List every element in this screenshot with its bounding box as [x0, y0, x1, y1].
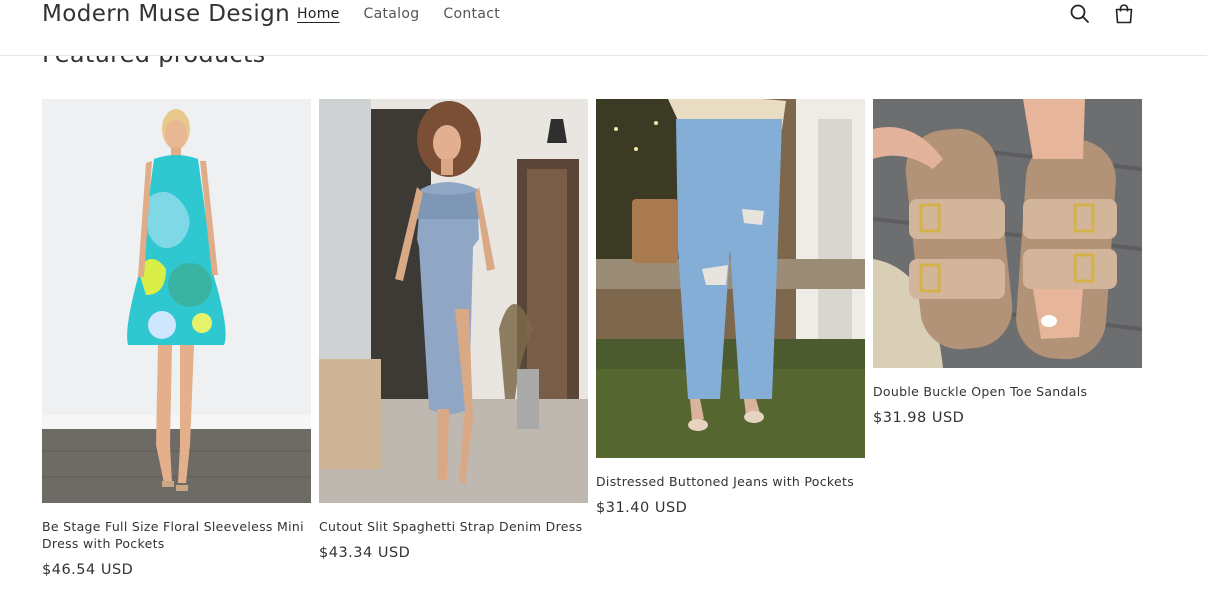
product-price: $46.54 USD — [42, 562, 134, 578]
product-title[interactable]: Double Buckle Open Toe Sandals — [873, 383, 1142, 400]
product-card[interactable]: Double Buckle Open Toe Sandals $31.98 US… — [873, 99, 1142, 426]
product-title[interactable]: Distressed Buttoned Jeans with Pockets — [596, 473, 865, 490]
nav-catalog[interactable]: Catalog — [364, 6, 420, 22]
cart-icon[interactable] — [1112, 2, 1136, 26]
nav-contact[interactable]: Contact — [443, 6, 500, 22]
product-image-floral-dress[interactable] — [42, 99, 311, 503]
product-price: $43.34 USD — [319, 545, 411, 561]
store-logo[interactable]: Modern Muse Design — [42, 0, 290, 28]
product-title[interactable]: Be Stage Full Size Floral Sleeveless Min… — [42, 518, 311, 552]
product-price: $31.98 USD — [873, 410, 965, 426]
product-image-jeans[interactable] — [596, 99, 865, 458]
product-card[interactable]: Distressed Buttoned Jeans with Pockets $… — [596, 99, 865, 516]
product-price: $31.40 USD — [596, 500, 688, 516]
nav-home[interactable]: Home — [297, 6, 340, 22]
product-card[interactable]: Cutout Slit Spaghetti Strap Denim Dress … — [319, 99, 588, 561]
product-image-sandals[interactable] — [873, 99, 1142, 368]
product-card[interactable]: Be Stage Full Size Floral Sleeveless Min… — [42, 99, 311, 578]
product-image-denim-dress[interactable] — [319, 99, 588, 503]
product-title[interactable]: Cutout Slit Spaghetti Strap Denim Dress — [319, 518, 588, 535]
site-header: Modern Muse Design Home Catalog Contact — [0, 0, 1207, 56]
search-icon[interactable] — [1068, 2, 1092, 26]
main-nav: Home Catalog Contact — [297, 6, 524, 22]
